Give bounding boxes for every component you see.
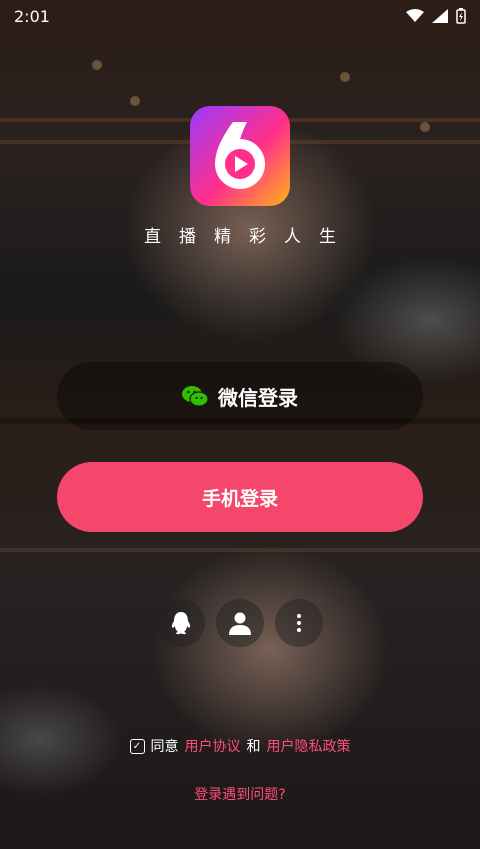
app-logo: [190, 106, 290, 206]
agree-and: 和: [246, 739, 261, 755]
person-icon: [229, 612, 251, 635]
decor-dot: [92, 60, 102, 70]
more-options-button[interactable]: [275, 599, 323, 647]
wechat-icon: [182, 386, 208, 407]
agreement-row: ✓ 同意 用户协议 和 用户隐私政策: [0, 736, 480, 756]
wechat-login-label: 微信登录: [218, 385, 298, 410]
phone-login-button[interactable]: 手机登录: [57, 462, 423, 532]
signal-icon: [432, 9, 448, 23]
user-agreement-link[interactable]: 用户协议: [185, 736, 241, 756]
phone-login-label: 手机登录: [201, 487, 278, 510]
status-time: 2:01: [14, 6, 50, 26]
wechat-login-button[interactable]: 微信登录: [57, 362, 423, 430]
decor-dot: [420, 122, 430, 132]
agree-checkbox[interactable]: ✓: [129, 738, 145, 754]
battery-icon: [456, 8, 466, 24]
app-tagline: 直播精彩人生: [144, 227, 354, 247]
wifi-icon: [406, 9, 424, 22]
decor-dot: [340, 72, 350, 82]
decor-dot: [130, 96, 140, 106]
qq-login-button[interactable]: [157, 599, 205, 647]
status-icons: [406, 8, 466, 24]
more-vertical-icon: [297, 614, 301, 632]
account-login-button[interactable]: [216, 599, 264, 647]
logo-icon: [215, 122, 265, 189]
agree-prefix: 同意: [150, 739, 179, 755]
privacy-policy-link[interactable]: 用户隐私政策: [267, 736, 351, 756]
qq-icon: [171, 612, 191, 635]
status-bar: 2:01: [0, 0, 480, 32]
login-help-link[interactable]: 登录遇到问题?: [0, 784, 480, 804]
decor-shelf: [0, 548, 480, 552]
